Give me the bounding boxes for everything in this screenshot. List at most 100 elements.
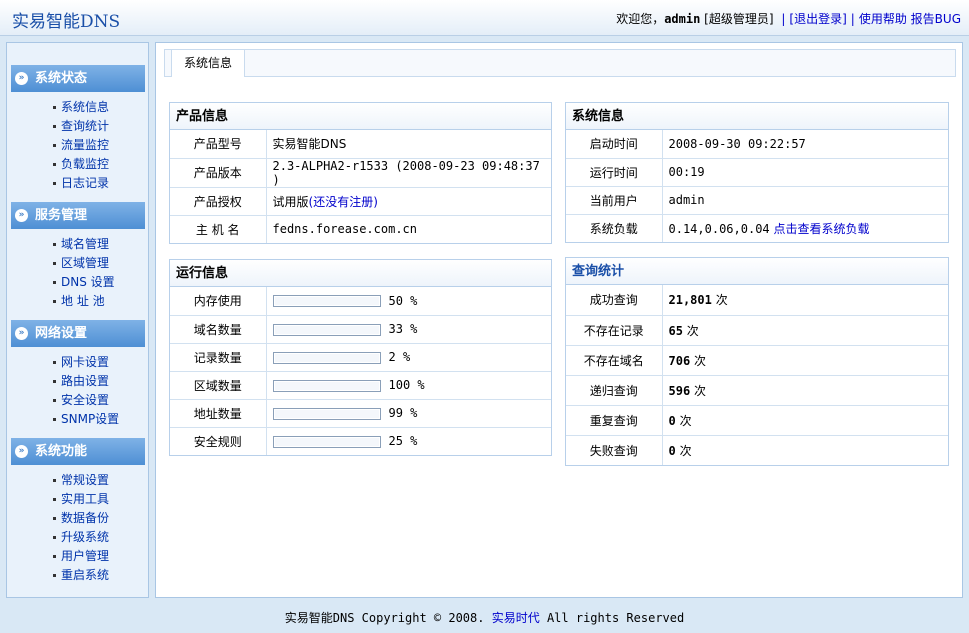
row-label: 地址数量 bbox=[170, 399, 267, 428]
table-row: 递归查询 596 次 bbox=[566, 375, 948, 406]
register-link[interactable]: (还没有注册) bbox=[309, 195, 378, 209]
sidebar-item-query-stats[interactable]: 查询统计 bbox=[53, 117, 145, 136]
double-chevron-icon: » bbox=[15, 72, 28, 85]
report-bug-link[interactable]: 报告BUG bbox=[911, 12, 961, 26]
stat-value-cell: 65 次 bbox=[662, 315, 948, 346]
row-label: 主 机 名 bbox=[170, 215, 267, 243]
progress-bar bbox=[272, 295, 381, 308]
sidebar-item-nic-settings[interactable]: 网卡设置 bbox=[53, 353, 145, 372]
nav-separator: | bbox=[781, 12, 786, 26]
row-label: 产品型号 bbox=[170, 130, 267, 159]
row-label: 不存在域名 bbox=[566, 345, 663, 376]
table-row: 地址数量 99 % bbox=[170, 399, 551, 428]
sidebar-item-snmp-settings[interactable]: SNMP设置 bbox=[53, 410, 145, 429]
table-row: 主 机 名 fedns.forease.com.cn bbox=[170, 215, 551, 243]
panel-title: 产品信息 bbox=[170, 103, 551, 130]
menu-group-system-functions: » 系统功能 常规设置 实用工具 数据备份 升级系统 用户管理 重启系统 bbox=[11, 438, 145, 585]
sidebar-item-system-info[interactable]: 系统信息 bbox=[53, 98, 145, 117]
system-info-panel: 系统信息 启动时间 2008-09-30 09:22:57 运行时间 00:19… bbox=[565, 102, 949, 243]
top-header: 实易智能DNS 欢迎您，admin [超级管理员] | [退出登录] | 使用帮助 报… bbox=[0, 0, 969, 36]
sidebar-item-security-settings[interactable]: 安全设置 bbox=[53, 391, 145, 410]
menu-title-system-functions[interactable]: » 系统功能 bbox=[11, 438, 145, 465]
panel-title: 运行信息 bbox=[170, 260, 551, 287]
tab-bar: 系统信息 bbox=[164, 49, 956, 77]
top-nav: 欢迎您，admin [超级管理员] | [退出登录] | 使用帮助 报告BUG bbox=[616, 10, 961, 27]
table-row: 产品型号 实易智能DNS bbox=[170, 130, 551, 159]
sidebar-item-zone-management[interactable]: 区域管理 bbox=[53, 254, 145, 273]
view-load-link[interactable]: 点击查看系统负载 bbox=[773, 222, 869, 236]
row-label: 启动时间 bbox=[566, 130, 663, 159]
sidebar-item-upgrade[interactable]: 升级系统 bbox=[53, 528, 145, 547]
table-row: 系统负载 0.14,0.06,0.04 点击查看系统负载 bbox=[566, 214, 948, 242]
sidebar-item-reboot[interactable]: 重启系统 bbox=[53, 566, 145, 585]
menu-title-network-settings[interactable]: » 网络设置 bbox=[11, 320, 145, 347]
stat-value-cell: 706 次 bbox=[662, 345, 948, 376]
progress-label: 100 % bbox=[388, 378, 425, 392]
row-label: 递归查询 bbox=[566, 375, 663, 406]
table-row: 区域数量 100 % bbox=[170, 371, 551, 400]
menu-group-system-status: » 系统状态 系统信息 查询统计 流量监控 负载监控 日志记录 bbox=[11, 65, 145, 193]
row-label: 产品授权 bbox=[170, 187, 267, 216]
logout-link[interactable]: [退出登录] bbox=[789, 12, 846, 26]
table-row: 内存使用 50 % bbox=[170, 287, 551, 316]
stat-value-cell: 0 次 bbox=[668, 443, 692, 458]
progress-bar bbox=[272, 435, 381, 448]
row-label: 记录数量 bbox=[170, 343, 267, 372]
menu-group-network-settings: » 网络设置 网卡设置 路由设置 安全设置 SNMP设置 bbox=[11, 320, 145, 429]
current-user: admin bbox=[662, 186, 948, 215]
stat-value-cell: 0 次 bbox=[662, 405, 948, 436]
table-row: 记录数量 2 % bbox=[170, 343, 551, 372]
user-role: [超级管理员] bbox=[704, 12, 774, 26]
product-info-panel: 产品信息 产品型号 实易智能DNS 产品版本 2.3-ALPHA2-r1533 … bbox=[169, 102, 552, 244]
usage-cell: 2 % bbox=[266, 343, 551, 372]
app-logo: 实易智能DNS bbox=[12, 12, 121, 32]
panel-title: 系统信息 bbox=[566, 103, 948, 130]
sidebar-item-address-pool[interactable]: 地 址 池 bbox=[53, 292, 145, 311]
row-label: 系统负载 bbox=[566, 214, 663, 242]
progress-label: 2 % bbox=[388, 350, 411, 364]
row-label: 域名数量 bbox=[170, 315, 267, 344]
product-license: 试用版(还没有注册) bbox=[266, 187, 551, 216]
sidebar-item-user-management[interactable]: 用户管理 bbox=[53, 547, 145, 566]
sidebar-item-domain-management[interactable]: 域名管理 bbox=[53, 235, 145, 254]
table-row: 产品授权 试用版(还没有注册) bbox=[170, 187, 551, 216]
sidebar-item-tools[interactable]: 实用工具 bbox=[53, 490, 145, 509]
menu-title-service-management[interactable]: » 服务管理 bbox=[11, 202, 145, 229]
panel-title: 查询统计 bbox=[566, 258, 948, 285]
sidebar-item-logs[interactable]: 日志记录 bbox=[53, 174, 145, 193]
row-label: 运行时间 bbox=[566, 158, 663, 187]
table-row: 当前用户 admin bbox=[566, 186, 948, 215]
table-row: 失败查询 0 次 bbox=[566, 435, 948, 465]
row-label: 成功查询 bbox=[566, 285, 663, 316]
table-row: 安全规则 25 % bbox=[170, 427, 551, 455]
uptime: 00:19 bbox=[662, 158, 948, 187]
usage-cell: 25 % bbox=[266, 427, 551, 455]
company-link[interactable]: 实易时代 bbox=[492, 611, 540, 625]
progress-label: 25 % bbox=[388, 434, 418, 449]
row-label: 重复查询 bbox=[566, 405, 663, 436]
sidebar-item-dns-settings[interactable]: DNS 设置 bbox=[53, 273, 145, 292]
sidebar: » 系统状态 系统信息 查询统计 流量监控 负载监控 日志记录 » 服务管理 域… bbox=[6, 42, 149, 598]
help-link[interactable]: 使用帮助 bbox=[859, 12, 907, 26]
hostname: fedns.forease.com.cn bbox=[272, 222, 418, 237]
rights-text: All rights Reserved bbox=[539, 611, 685, 625]
main-content: 系统信息 产品信息 产品型号 实易智能DNS 产品版本 2.3-ALPHA2-r… bbox=[155, 42, 963, 598]
double-chevron-icon: » bbox=[15, 327, 28, 340]
menu-title-system-status[interactable]: » 系统状态 bbox=[11, 65, 145, 92]
copyright-text: 实易智能DNS Copyright © 2008. bbox=[284, 611, 492, 625]
usage-cell: 100 % bbox=[266, 371, 551, 400]
double-chevron-icon: » bbox=[15, 445, 28, 458]
product-version: 2.3-ALPHA2-r1533 (2008-09-23 09:48:37 ) bbox=[266, 158, 551, 188]
run-info-panel: 运行信息 内存使用 50 % 域名数量 33 % 记录数量 2 % 区域数量 1… bbox=[169, 259, 552, 456]
sidebar-item-load-monitor[interactable]: 负载监控 bbox=[53, 155, 145, 174]
sidebar-item-traffic-monitor[interactable]: 流量监控 bbox=[53, 136, 145, 155]
sidebar-item-general-settings[interactable]: 常规设置 bbox=[53, 471, 145, 490]
sidebar-item-route-settings[interactable]: 路由设置 bbox=[53, 372, 145, 391]
row-label: 内存使用 bbox=[170, 287, 267, 316]
progress-label: 33 % bbox=[388, 322, 418, 336]
table-row: 成功查询 21,801 次 bbox=[566, 285, 948, 316]
usage-cell: 99 % bbox=[266, 399, 551, 428]
row-label: 产品版本 bbox=[170, 158, 267, 188]
sidebar-item-backup[interactable]: 数据备份 bbox=[53, 509, 145, 528]
tab-system-info[interactable]: 系统信息 bbox=[171, 50, 246, 77]
